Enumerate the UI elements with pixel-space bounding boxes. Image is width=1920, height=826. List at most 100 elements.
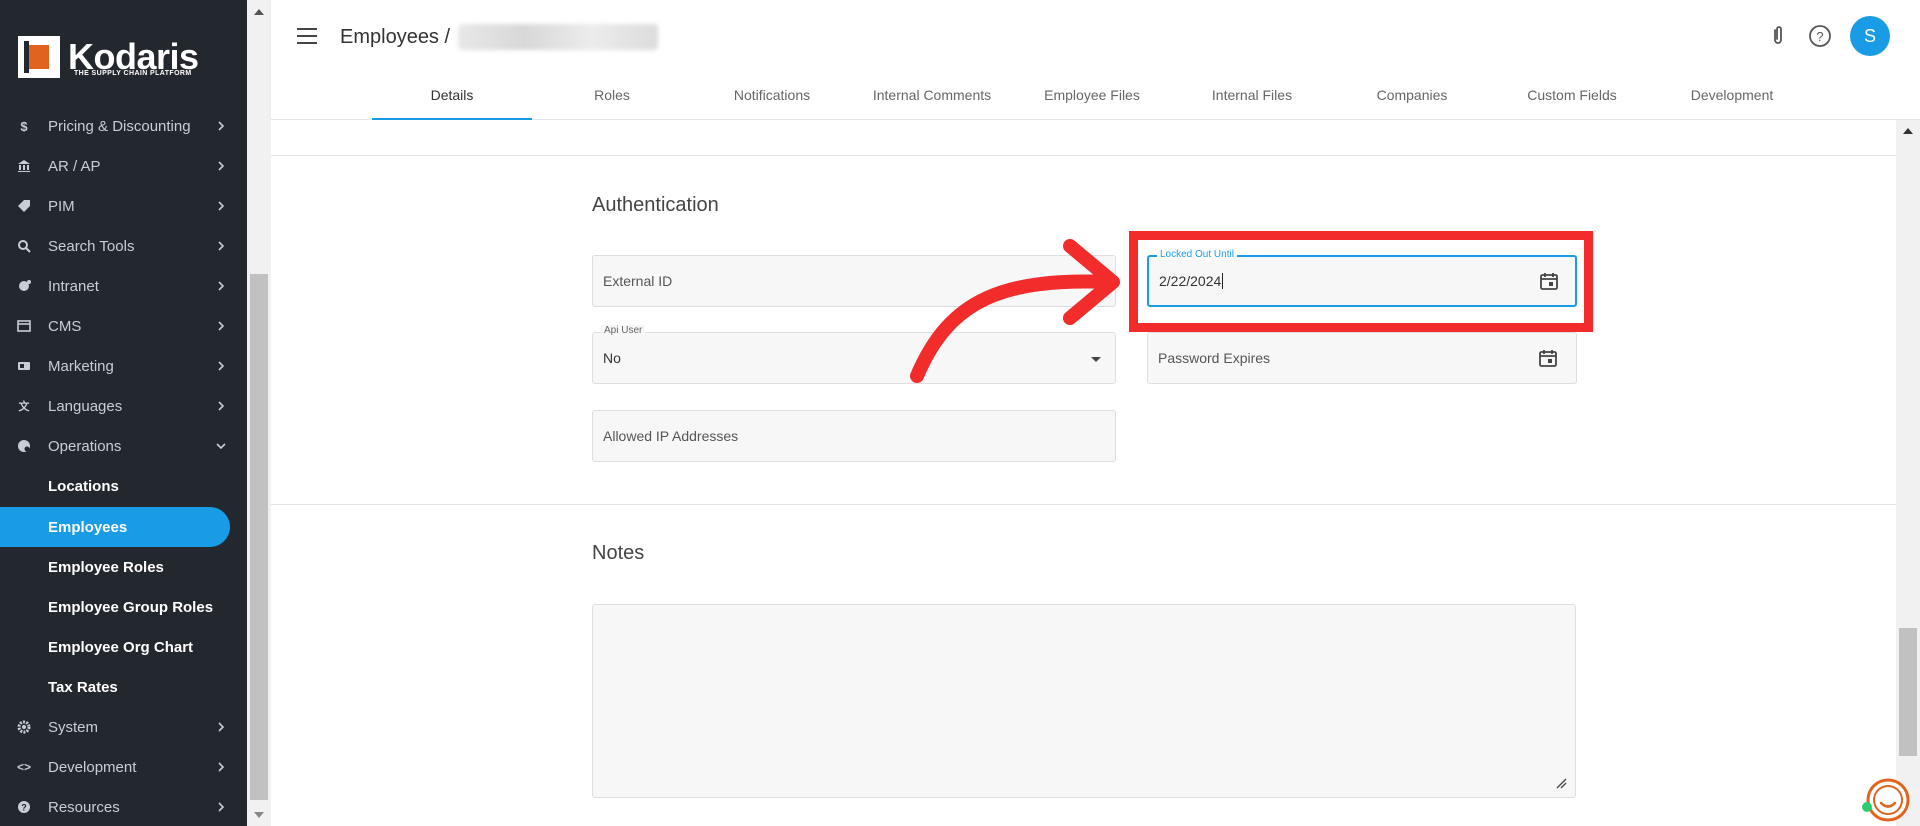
- sidebar-subitem-employee-group-roles[interactable]: Employee Group Roles: [0, 587, 247, 627]
- code-icon: <>: [17, 760, 32, 774]
- chevron-right-icon: [218, 802, 225, 812]
- tab-bar: Details Roles Notifications Internal Com…: [372, 78, 1812, 120]
- sidebar-item-pricing[interactable]: $ Pricing & Discounting: [0, 106, 247, 146]
- sidebar-subitem-employees[interactable]: Employees: [0, 507, 230, 547]
- chevron-right-icon: [218, 401, 225, 411]
- sidebar-item-label: System: [48, 718, 99, 736]
- sidebar: Kodaris THE SUPPLY CHAIN PLATFORM $ Pric…: [0, 0, 247, 826]
- sidebar-item-label: Locations: [48, 477, 119, 495]
- main-content: Authentication External ID Locked Out Un…: [271, 120, 1896, 826]
- notes-textarea[interactable]: [592, 604, 1576, 798]
- bank-icon: [18, 160, 30, 172]
- breadcrumb-redacted-name: [458, 24, 659, 50]
- notes-title: Notes: [592, 542, 645, 564]
- sidebar-item-label: Tax Rates: [48, 678, 118, 696]
- resize-handle-icon[interactable]: [1555, 777, 1567, 789]
- sidebar-item-label: Employees: [48, 518, 128, 536]
- scroll-up-arrow-icon[interactable]: [254, 9, 264, 15]
- sidebar-item-ar-ap[interactable]: AR / AP: [0, 146, 247, 186]
- scroll-up-arrow-icon[interactable]: [1903, 128, 1913, 134]
- tab-employee-files[interactable]: Employee Files: [1012, 78, 1172, 120]
- sidebar-item-label: Employee Group Roles: [48, 598, 214, 616]
- tab-development[interactable]: Development: [1652, 78, 1812, 120]
- password-expires-field[interactable]: Password Expires: [1147, 332, 1577, 384]
- search-icon: [18, 240, 31, 253]
- breadcrumb-root[interactable]: Employees /: [340, 26, 450, 49]
- sidebar-subitem-tax-rates[interactable]: Tax Rates: [0, 667, 247, 707]
- scroll-down-arrow-icon[interactable]: [254, 812, 264, 818]
- help-circle-icon: ?: [18, 801, 30, 813]
- sidebar-item-label: Intranet: [48, 277, 99, 295]
- paperclip-icon[interactable]: [1766, 24, 1790, 48]
- sidebar-subitem-employee-org-chart[interactable]: Employee Org Chart: [0, 627, 247, 667]
- sidebar-scrollbar[interactable]: [247, 0, 271, 826]
- sidebar-item-label: Search Tools: [48, 237, 135, 255]
- sidebar-subitem-employee-roles[interactable]: Employee Roles: [0, 547, 247, 587]
- api-user-label: Api User: [601, 325, 646, 336]
- tab-details[interactable]: Details: [372, 78, 532, 120]
- gear-icon: [17, 720, 31, 734]
- sidebar-item-development[interactable]: <> Development: [0, 747, 247, 787]
- cms-icon: [17, 320, 31, 332]
- chevron-right-icon: [218, 121, 225, 131]
- sidebar-item-label: Marketing: [48, 357, 114, 375]
- sidebar-item-label: CMS: [48, 317, 82, 335]
- chevron-right-icon: [218, 722, 225, 732]
- section-divider: [271, 504, 1896, 505]
- tab-internal-files[interactable]: Internal Files: [1172, 78, 1332, 120]
- allowed-ip-addresses-field[interactable]: Allowed IP Addresses: [592, 410, 1116, 462]
- dollar-icon: $: [20, 118, 28, 134]
- top-header: Employees / ? S Details Roles Notificati…: [271, 0, 1920, 120]
- header-actions: ? S: [1766, 16, 1890, 56]
- tab-companies[interactable]: Companies: [1332, 78, 1492, 120]
- chevron-down-icon: [216, 443, 226, 450]
- password-expires-placeholder: Password Expires: [1158, 350, 1271, 366]
- sidebar-scrollbar-thumb[interactable]: [250, 274, 268, 800]
- chevron-right-icon: [218, 241, 225, 251]
- sidebar-item-label: Languages: [48, 397, 123, 415]
- sidebar-item-label: Development: [48, 758, 137, 776]
- main-scrollbar[interactable]: [1896, 120, 1920, 826]
- red-arrow-annotation-icon: [910, 239, 1120, 383]
- menu-icon[interactable]: [297, 28, 317, 44]
- allowed-ip-placeholder: Allowed IP Addresses: [603, 428, 739, 444]
- section-divider: [271, 155, 1896, 156]
- help-icon[interactable]: ?: [1808, 24, 1832, 48]
- sidebar-item-marketing[interactable]: Marketing: [0, 346, 247, 386]
- logo[interactable]: Kodaris THE SUPPLY CHAIN PLATFORM: [18, 36, 199, 82]
- api-user-value: No: [603, 350, 621, 366]
- sidebar-item-system[interactable]: System: [0, 707, 247, 747]
- chevron-right-icon: [218, 201, 225, 211]
- brand-tagline: THE SUPPLY CHAIN PLATFORM: [74, 70, 192, 77]
- kodaris-logo-icon: [18, 36, 60, 78]
- tab-custom-fields[interactable]: Custom Fields: [1492, 78, 1652, 120]
- sidebar-item-label: Operations: [48, 437, 122, 455]
- sidebar-item-resources[interactable]: ? Resources: [0, 787, 247, 826]
- tab-internal-comments[interactable]: Internal Comments: [852, 78, 1012, 120]
- tab-roles[interactable]: Roles: [532, 78, 692, 120]
- online-status-dot: [1862, 802, 1872, 812]
- sidebar-item-label: Employee Roles: [48, 558, 164, 576]
- tab-notifications[interactable]: Notifications: [692, 78, 852, 120]
- sidebar-item-pim[interactable]: PIM: [0, 186, 247, 226]
- operations-icon: [18, 440, 30, 452]
- tag-icon: [18, 200, 30, 212]
- avatar[interactable]: S: [1850, 16, 1890, 56]
- chat-widget-icon[interactable]: [1862, 776, 1910, 824]
- sidebar-item-cms[interactable]: CMS: [0, 306, 247, 346]
- translate-icon: 文: [18, 401, 30, 413]
- external-id-placeholder: External ID: [603, 273, 673, 289]
- sidebar-item-search-tools[interactable]: Search Tools: [0, 226, 247, 266]
- sidebar-subitem-locations[interactable]: Locations: [0, 466, 247, 506]
- sidebar-item-label: Pricing & Discounting: [48, 117, 191, 135]
- sidebar-item-languages[interactable]: 文 Languages: [0, 386, 247, 426]
- chevron-right-icon: [218, 281, 225, 291]
- sidebar-item-label: Resources: [48, 798, 120, 816]
- hub-icon: [19, 280, 31, 291]
- sidebar-item-label: AR / AP: [48, 157, 101, 175]
- sidebar-item-intranet[interactable]: Intranet: [0, 266, 247, 306]
- main-scrollbar-thumb[interactable]: [1899, 628, 1917, 756]
- sidebar-item-label: Employee Org Chart: [48, 638, 194, 656]
- sidebar-item-operations[interactable]: Operations: [0, 426, 247, 466]
- calendar-icon[interactable]: [1538, 348, 1558, 368]
